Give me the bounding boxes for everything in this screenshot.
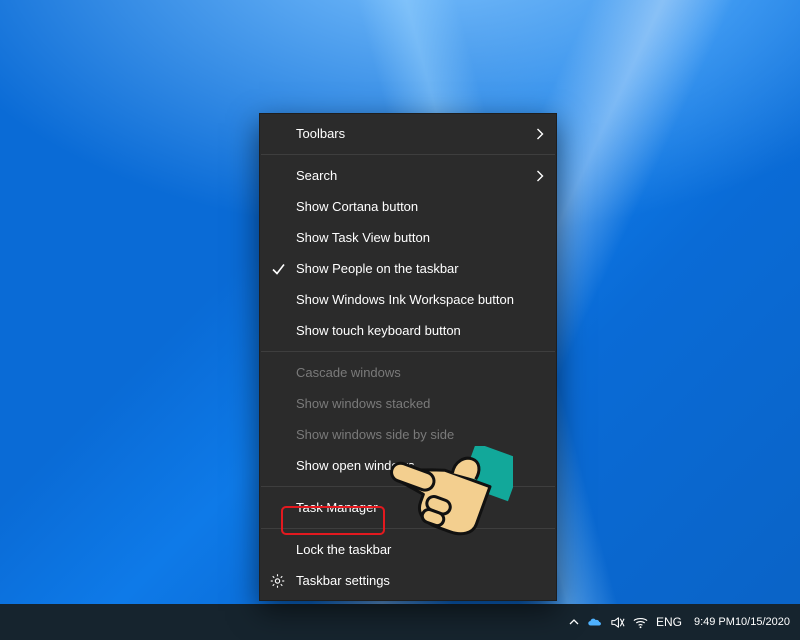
tray-clock[interactable]: 9:49 PM 10/15/2020 — [690, 616, 790, 628]
system-tray: ENG 9:49 PM 10/15/2020 — [563, 604, 800, 640]
menu-separator — [261, 486, 555, 487]
menu-item-show-people[interactable]: Show People on the taskbar — [260, 253, 556, 284]
menu-item-label: Lock the taskbar — [296, 542, 391, 557]
menu-item-label: Show People on the taskbar — [296, 261, 459, 276]
menu-item-lock-taskbar[interactable]: Lock the taskbar — [260, 534, 556, 565]
taskbar[interactable]: ENG 9:49 PM 10/15/2020 — [0, 604, 800, 640]
menu-item-label: Show Cortana button — [296, 199, 418, 214]
chevron-right-icon — [535, 170, 544, 182]
menu-item-show-cortana[interactable]: Show Cortana button — [260, 191, 556, 222]
menu-item-label: Show windows side by side — [296, 427, 454, 442]
menu-separator — [261, 528, 555, 529]
menu-item-label: Task Manager — [296, 500, 378, 515]
menu-item-label: Search — [296, 168, 337, 183]
menu-item-label: Show Windows Ink Workspace button — [296, 292, 514, 307]
menu-item-task-manager[interactable]: Task Manager — [260, 492, 556, 523]
menu-item-cascade-windows: Cascade windows — [260, 357, 556, 388]
menu-item-label: Show windows stacked — [296, 396, 430, 411]
menu-item-show-ink-workspace[interactable]: Show Windows Ink Workspace button — [260, 284, 556, 315]
menu-item-taskbar-settings[interactable]: Taskbar settings — [260, 565, 556, 596]
menu-item-show-task-view[interactable]: Show Task View button — [260, 222, 556, 253]
checkmark-icon — [272, 262, 285, 275]
menu-item-label: Show open windows — [296, 458, 415, 473]
taskbar-empty-area[interactable] — [0, 604, 563, 640]
menu-item-label: Show Task View button — [296, 230, 430, 245]
network-wifi-icon[interactable] — [633, 615, 648, 630]
tray-date: 10/15/2020 — [735, 616, 790, 628]
menu-item-label: Show touch keyboard button — [296, 323, 461, 338]
menu-item-label: Toolbars — [296, 126, 345, 141]
menu-item-toolbars[interactable]: Toolbars — [260, 118, 556, 149]
menu-item-label: Taskbar settings — [296, 573, 390, 588]
input-language-indicator[interactable]: ENG — [656, 615, 682, 629]
tray-overflow-chevron-icon[interactable] — [569, 617, 579, 627]
tray-time: 9:49 PM — [694, 616, 735, 628]
chevron-right-icon — [535, 128, 544, 140]
menu-item-show-open-windows[interactable]: Show open windows — [260, 450, 556, 481]
menu-item-show-touch-keyboard[interactable]: Show touch keyboard button — [260, 315, 556, 346]
menu-item-search[interactable]: Search — [260, 160, 556, 191]
volume-icon[interactable] — [610, 615, 625, 630]
menu-item-show-side-by-side: Show windows side by side — [260, 419, 556, 450]
menu-item-show-stacked: Show windows stacked — [260, 388, 556, 419]
gear-icon — [270, 573, 285, 588]
taskbar-context-menu: Toolbars Search Show Cortana button Show… — [259, 113, 557, 601]
menu-separator — [261, 154, 555, 155]
menu-item-label: Cascade windows — [296, 365, 401, 380]
menu-separator — [261, 351, 555, 352]
onedrive-icon[interactable] — [587, 615, 602, 630]
